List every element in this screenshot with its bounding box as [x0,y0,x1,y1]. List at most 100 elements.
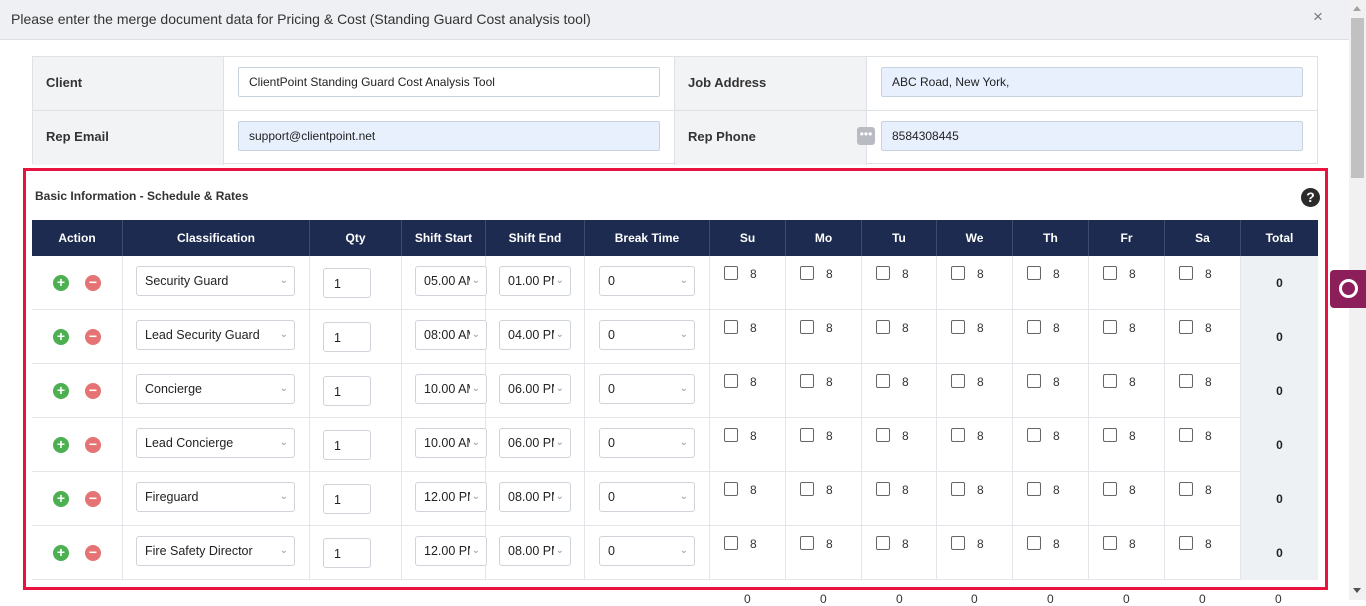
day-checkbox-we[interactable] [951,482,965,496]
add-row-icon[interactable]: + [53,275,69,291]
day-hours-su[interactable]: 8 [750,429,757,443]
day-hours-tu[interactable]: 8 [902,483,909,497]
day-checkbox-th[interactable] [1027,428,1041,442]
shift-start-select[interactable]: 10.00 AM ⌄ [415,428,487,458]
shift-start-select[interactable]: 05.00 AM ⌄ [415,266,487,296]
day-checkbox-sa[interactable] [1179,482,1193,496]
remove-row-icon[interactable]: − [85,275,101,291]
day-checkbox-sa[interactable] [1179,320,1193,334]
classification-select[interactable]: Security Guard ⌄ [136,266,295,296]
remove-row-icon[interactable]: − [85,491,101,507]
day-checkbox-we[interactable] [951,428,965,442]
day-checkbox-mo[interactable] [800,428,814,442]
day-hours-we[interactable]: 8 [977,321,984,335]
day-hours-tu[interactable]: 8 [902,375,909,389]
break-time-select[interactable]: 0 ⌄ [599,428,695,458]
day-checkbox-tu[interactable] [876,482,890,496]
qty-input[interactable]: 1 [323,268,371,298]
qty-input[interactable]: 1 [323,376,371,406]
day-hours-mo[interactable]: 8 [826,267,833,281]
day-checkbox-th[interactable] [1027,266,1041,280]
day-hours-th[interactable]: 8 [1053,375,1060,389]
day-checkbox-fr[interactable] [1103,428,1117,442]
remove-row-icon[interactable]: − [85,545,101,561]
qty-input[interactable]: 1 [323,322,371,352]
day-checkbox-sa[interactable] [1179,428,1193,442]
help-icon[interactable]: ? [1301,188,1320,207]
day-hours-mo[interactable]: 8 [826,375,833,389]
day-hours-sa[interactable]: 8 [1205,375,1212,389]
classification-select[interactable]: Lead Concierge ⌄ [136,428,295,458]
day-hours-th[interactable]: 8 [1053,267,1060,281]
day-checkbox-su[interactable] [724,320,738,334]
day-checkbox-su[interactable] [724,482,738,496]
day-hours-sa[interactable]: 8 [1205,267,1212,281]
shift-start-select[interactable]: 12.00 PM ⌄ [415,536,487,566]
day-hours-mo[interactable]: 8 [826,537,833,551]
day-hours-su[interactable]: 8 [750,537,757,551]
classification-select[interactable]: Fireguard ⌄ [136,482,295,512]
add-row-icon[interactable]: + [53,329,69,345]
add-row-icon[interactable]: + [53,383,69,399]
day-hours-sa[interactable]: 8 [1205,429,1212,443]
close-icon[interactable]: × [1311,8,1325,25]
day-hours-th[interactable]: 8 [1053,483,1060,497]
day-hours-tu[interactable]: 8 [902,429,909,443]
day-hours-sa[interactable]: 8 [1205,321,1212,335]
add-row-icon[interactable]: + [53,545,69,561]
scroll-down-arrow-icon[interactable] [1353,588,1361,593]
day-checkbox-tu[interactable] [876,374,890,388]
day-checkbox-tu[interactable] [876,320,890,334]
shift-end-select[interactable]: 08.00 PM ⌄ [499,482,571,512]
day-checkbox-fr[interactable] [1103,266,1117,280]
day-hours-th[interactable]: 8 [1053,429,1060,443]
job-address-input[interactable]: ABC Road, New York, [881,67,1303,97]
add-row-icon[interactable]: + [53,437,69,453]
break-time-select[interactable]: 0 ⌄ [599,266,695,296]
day-checkbox-su[interactable] [724,536,738,550]
day-checkbox-we[interactable] [951,374,965,388]
day-checkbox-sa[interactable] [1179,536,1193,550]
day-hours-fr[interactable]: 8 [1129,375,1136,389]
day-checkbox-tu[interactable] [876,536,890,550]
client-input[interactable]: ClientPoint Standing Guard Cost Analysis… [238,67,660,97]
day-hours-su[interactable]: 8 [750,267,757,281]
day-hours-sa[interactable]: 8 [1205,537,1212,551]
qty-input[interactable]: 1 [323,538,371,568]
day-hours-we[interactable]: 8 [977,267,984,281]
day-checkbox-su[interactable] [724,428,738,442]
day-checkbox-mo[interactable] [800,320,814,334]
shift-end-select[interactable]: 04.00 PM ⌄ [499,320,571,350]
day-checkbox-we[interactable] [951,266,965,280]
shift-end-select[interactable]: 08.00 PM ⌄ [499,536,571,566]
day-checkbox-we[interactable] [951,536,965,550]
day-checkbox-mo[interactable] [800,374,814,388]
day-checkbox-tu[interactable] [876,266,890,280]
shift-start-select[interactable]: 12.00 PM ⌄ [415,482,487,512]
day-checkbox-fr[interactable] [1103,482,1117,496]
day-checkbox-th[interactable] [1027,536,1041,550]
add-row-icon[interactable]: + [53,491,69,507]
break-time-select[interactable]: 0 ⌄ [599,374,695,404]
break-time-select[interactable]: 0 ⌄ [599,536,695,566]
shift-end-select[interactable]: 06.00 PM ⌄ [499,374,571,404]
day-hours-tu[interactable]: 8 [902,267,909,281]
day-checkbox-we[interactable] [951,320,965,334]
day-hours-we[interactable]: 8 [977,483,984,497]
day-checkbox-tu[interactable] [876,428,890,442]
day-hours-fr[interactable]: 8 [1129,321,1136,335]
classification-select[interactable]: Concierge ⌄ [136,374,295,404]
break-time-select[interactable]: 0 ⌄ [599,482,695,512]
day-checkbox-mo[interactable] [800,266,814,280]
day-hours-fr[interactable]: 8 [1129,483,1136,497]
day-checkbox-su[interactable] [724,374,738,388]
shift-start-select[interactable]: 08:00 AM ⌄ [415,320,487,350]
classification-select[interactable]: Fire Safety Director ⌄ [136,536,295,566]
day-hours-fr[interactable]: 8 [1129,537,1136,551]
scroll-thumb[interactable] [1351,18,1364,178]
day-checkbox-sa[interactable] [1179,374,1193,388]
day-checkbox-fr[interactable] [1103,536,1117,550]
day-checkbox-su[interactable] [724,266,738,280]
day-hours-su[interactable]: 8 [750,375,757,389]
day-hours-tu[interactable]: 8 [902,321,909,335]
